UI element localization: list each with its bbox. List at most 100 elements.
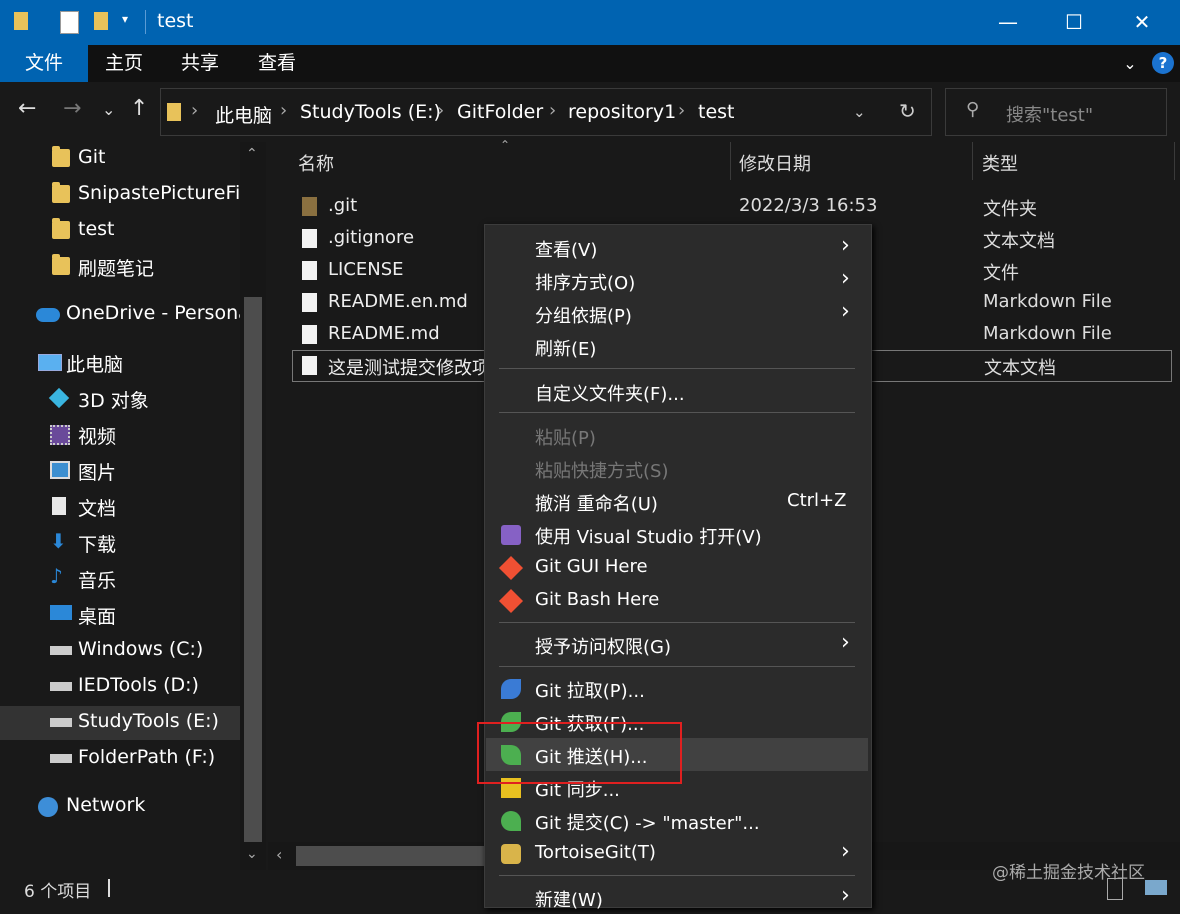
folder-icon [14, 12, 28, 30]
menu-item-label: Git GUI Here [535, 556, 648, 577]
tab-home[interactable]: 主页 [96, 45, 152, 82]
chevron-right-icon[interactable]: › [191, 100, 198, 121]
nav-item-downloads[interactable]: ⬇ 下载 [0, 526, 240, 560]
chevron-right-icon[interactable]: › [280, 100, 287, 121]
refresh-icon[interactable]: ↻ [899, 99, 916, 123]
git-icon [498, 588, 524, 614]
nav-item-desktop[interactable]: 桌面 [0, 598, 240, 632]
up-arrow-icon[interactable]: ↑ [130, 96, 148, 121]
menu-item-undo-rename[interactable]: 撤消 重命名(U) Ctrl+Z [485, 485, 871, 518]
close-button[interactable]: ✕ [1110, 0, 1174, 45]
tab-view[interactable]: 查看 [249, 45, 305, 82]
customize-toolbar-icon[interactable]: ▾ [122, 12, 128, 26]
menu-separator [499, 875, 855, 876]
forward-arrow-icon[interactable]: → [63, 96, 81, 121]
menu-item-tortoisegit[interactable]: TortoiseGit(T) › [485, 837, 871, 870]
nav-item-pictures[interactable]: 图片 [0, 454, 240, 488]
column-header-type[interactable]: 类型 [982, 150, 1018, 176]
nav-item-drive-d[interactable]: IEDTools (D:) [0, 670, 240, 704]
column-divider[interactable] [972, 142, 973, 180]
title-bar: ▾ test — ☐ ✕ [0, 0, 1180, 45]
breadcrumb-this-pc[interactable]: 此电脑 [215, 101, 272, 128]
nav-scroll-thumb[interactable] [244, 297, 262, 842]
new-folder-icon[interactable] [94, 12, 108, 30]
file-row[interactable]: .git 2022/3/3 16:53 文件夹 [296, 192, 1176, 222]
nav-item-music[interactable]: ♪ 音乐 [0, 562, 240, 596]
help-button[interactable]: ? [1152, 52, 1174, 74]
nav-item-3d[interactable]: 3D 对象 [0, 382, 240, 416]
file-type: 文件夹 [983, 199, 1037, 220]
chevron-right-icon[interactable]: › [678, 100, 685, 121]
menu-item-label: TortoiseGit(T) [535, 842, 656, 863]
drive-icon [50, 754, 72, 763]
chevron-right-icon[interactable]: › [549, 100, 556, 121]
column-divider[interactable] [730, 142, 731, 180]
column-divider[interactable] [1174, 142, 1175, 180]
menu-item-git-bash[interactable]: Git Bash Here [485, 584, 871, 617]
scroll-left-icon[interactable]: ‹ [276, 845, 282, 864]
menu-item-git-pull[interactable]: Git 拉取(P)... [485, 672, 871, 705]
nav-item-notes[interactable]: 刷题笔记 [0, 250, 240, 284]
nav-item-label: Git [78, 146, 106, 168]
menu-item-view[interactable]: 查看(V) › [485, 231, 871, 264]
nav-item-drive-f[interactable]: FolderPath (F:) [0, 742, 240, 776]
menu-item-git-gui[interactable]: Git GUI Here [485, 551, 871, 584]
drive-icon [50, 682, 72, 691]
nav-scrollbar[interactable]: ⌃ ⌄ [240, 142, 266, 870]
nav-item-onedrive[interactable]: OneDrive - Personal [0, 298, 255, 332]
git-icon [498, 555, 524, 581]
breadcrumb-studytools[interactable]: StudyTools (E:) [300, 101, 441, 123]
nav-item-git[interactable]: Git [0, 142, 240, 176]
address-dropdown-icon[interactable]: ⌄ [853, 103, 866, 121]
nav-item-label: 桌面 [78, 606, 117, 628]
nav-item-drive-e[interactable]: StudyTools (E:) [0, 706, 240, 740]
scroll-up-icon[interactable]: ⌃ [246, 146, 258, 162]
breadcrumb-test[interactable]: test [698, 101, 735, 123]
tab-file[interactable]: 文件 [0, 45, 88, 82]
column-header-name[interactable]: 名称 [298, 150, 334, 176]
nav-item-label: Windows (C:) [78, 638, 204, 660]
menu-item-open-visual-studio[interactable]: 使用 Visual Studio 打开(V) [485, 518, 871, 551]
nav-item-documents[interactable]: 文档 [0, 490, 240, 524]
picture-icon [50, 461, 70, 479]
git-commit-icon [501, 811, 521, 831]
back-arrow-icon[interactable]: ← [18, 96, 36, 121]
nav-item-videos[interactable]: 视频 [0, 418, 240, 452]
maximize-button[interactable]: ☐ [1042, 0, 1106, 45]
nav-item-network[interactable]: Network [0, 790, 240, 824]
nav-item-this-pc[interactable]: 此电脑 [0, 346, 240, 380]
file-date: 2022/3/3 16:53 [739, 195, 878, 216]
tab-share[interactable]: 共享 [172, 45, 228, 82]
tortoisegit-icon [501, 844, 521, 864]
chevron-right-icon: › [841, 266, 850, 291]
menu-item-new[interactable]: 新建(W) › [485, 881, 871, 914]
file-type: Markdown File [983, 323, 1112, 344]
menu-item-customize-folder[interactable]: 自定义文件夹(F)... [485, 375, 871, 408]
recent-locations-icon[interactable]: ⌄ [102, 100, 115, 119]
column-header-date[interactable]: 修改日期 [739, 150, 811, 176]
cube-icon [48, 387, 70, 409]
menu-item-sort[interactable]: 排序方式(O) › [485, 264, 871, 297]
chevron-right-icon[interactable]: › [437, 100, 444, 121]
horizontal-scroll-thumb[interactable] [296, 846, 486, 866]
nav-item-test[interactable]: test [0, 214, 240, 248]
scroll-down-icon[interactable]: ⌄ [246, 846, 258, 862]
breadcrumb-gitfolder[interactable]: GitFolder [457, 101, 543, 123]
file-name: README.en.md [328, 291, 468, 312]
file-name: .git [328, 195, 358, 216]
menu-item-group[interactable]: 分组依据(P) › [485, 297, 871, 330]
menu-item-git-commit[interactable]: Git 提交(C) -> "master"... [485, 804, 871, 837]
breadcrumb-repository1[interactable]: repository1 [568, 101, 676, 123]
address-bar[interactable]: › 此电脑 › StudyTools (E:) › GitFolder › re… [160, 88, 932, 136]
menu-item-refresh[interactable]: 刷新(E) [485, 330, 871, 363]
text-file-icon [302, 229, 317, 248]
expand-ribbon-icon[interactable]: ⌄ [1118, 45, 1142, 82]
menu-item-grant-access[interactable]: 授予访问权限(G) › [485, 628, 871, 661]
menu-item-label: 新建(W) [535, 890, 603, 911]
large-icons-view-icon[interactable] [1145, 880, 1167, 895]
search-box[interactable]: ⚲ 搜索"test" [945, 88, 1167, 136]
nav-item-snipaste[interactable]: SnipastePictureFile [0, 178, 257, 212]
minimize-button[interactable]: — [976, 0, 1040, 45]
properties-icon[interactable] [60, 11, 79, 34]
nav-item-drive-c[interactable]: Windows (C:) [0, 634, 240, 668]
